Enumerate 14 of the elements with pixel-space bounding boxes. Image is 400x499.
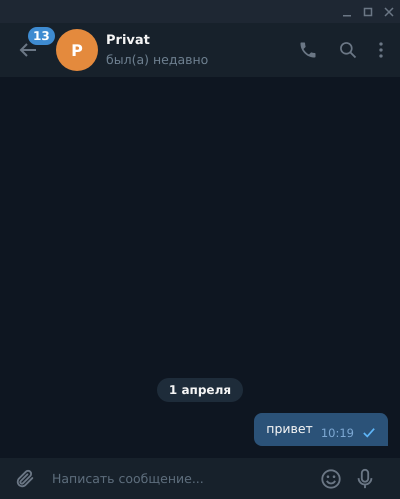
maximize-icon[interactable] <box>363 6 373 16</box>
message-time: 10:19 <box>320 426 354 440</box>
chat-name: Privat <box>106 33 151 48</box>
emoji-icon[interactable] <box>320 468 342 490</box>
message-text: привет <box>266 421 313 438</box>
unread-badge: 13 <box>28 27 55 45</box>
avatar[interactable]: P <box>56 29 98 71</box>
more-icon[interactable] <box>378 41 384 59</box>
attach-icon[interactable] <box>14 468 36 490</box>
phone-icon[interactable] <box>298 40 318 60</box>
close-icon[interactable] <box>384 6 394 16</box>
chat-status: был(а) недавно <box>106 52 210 67</box>
search-icon[interactable] <box>338 40 358 60</box>
date-chip: 1 апреля <box>156 378 244 402</box>
